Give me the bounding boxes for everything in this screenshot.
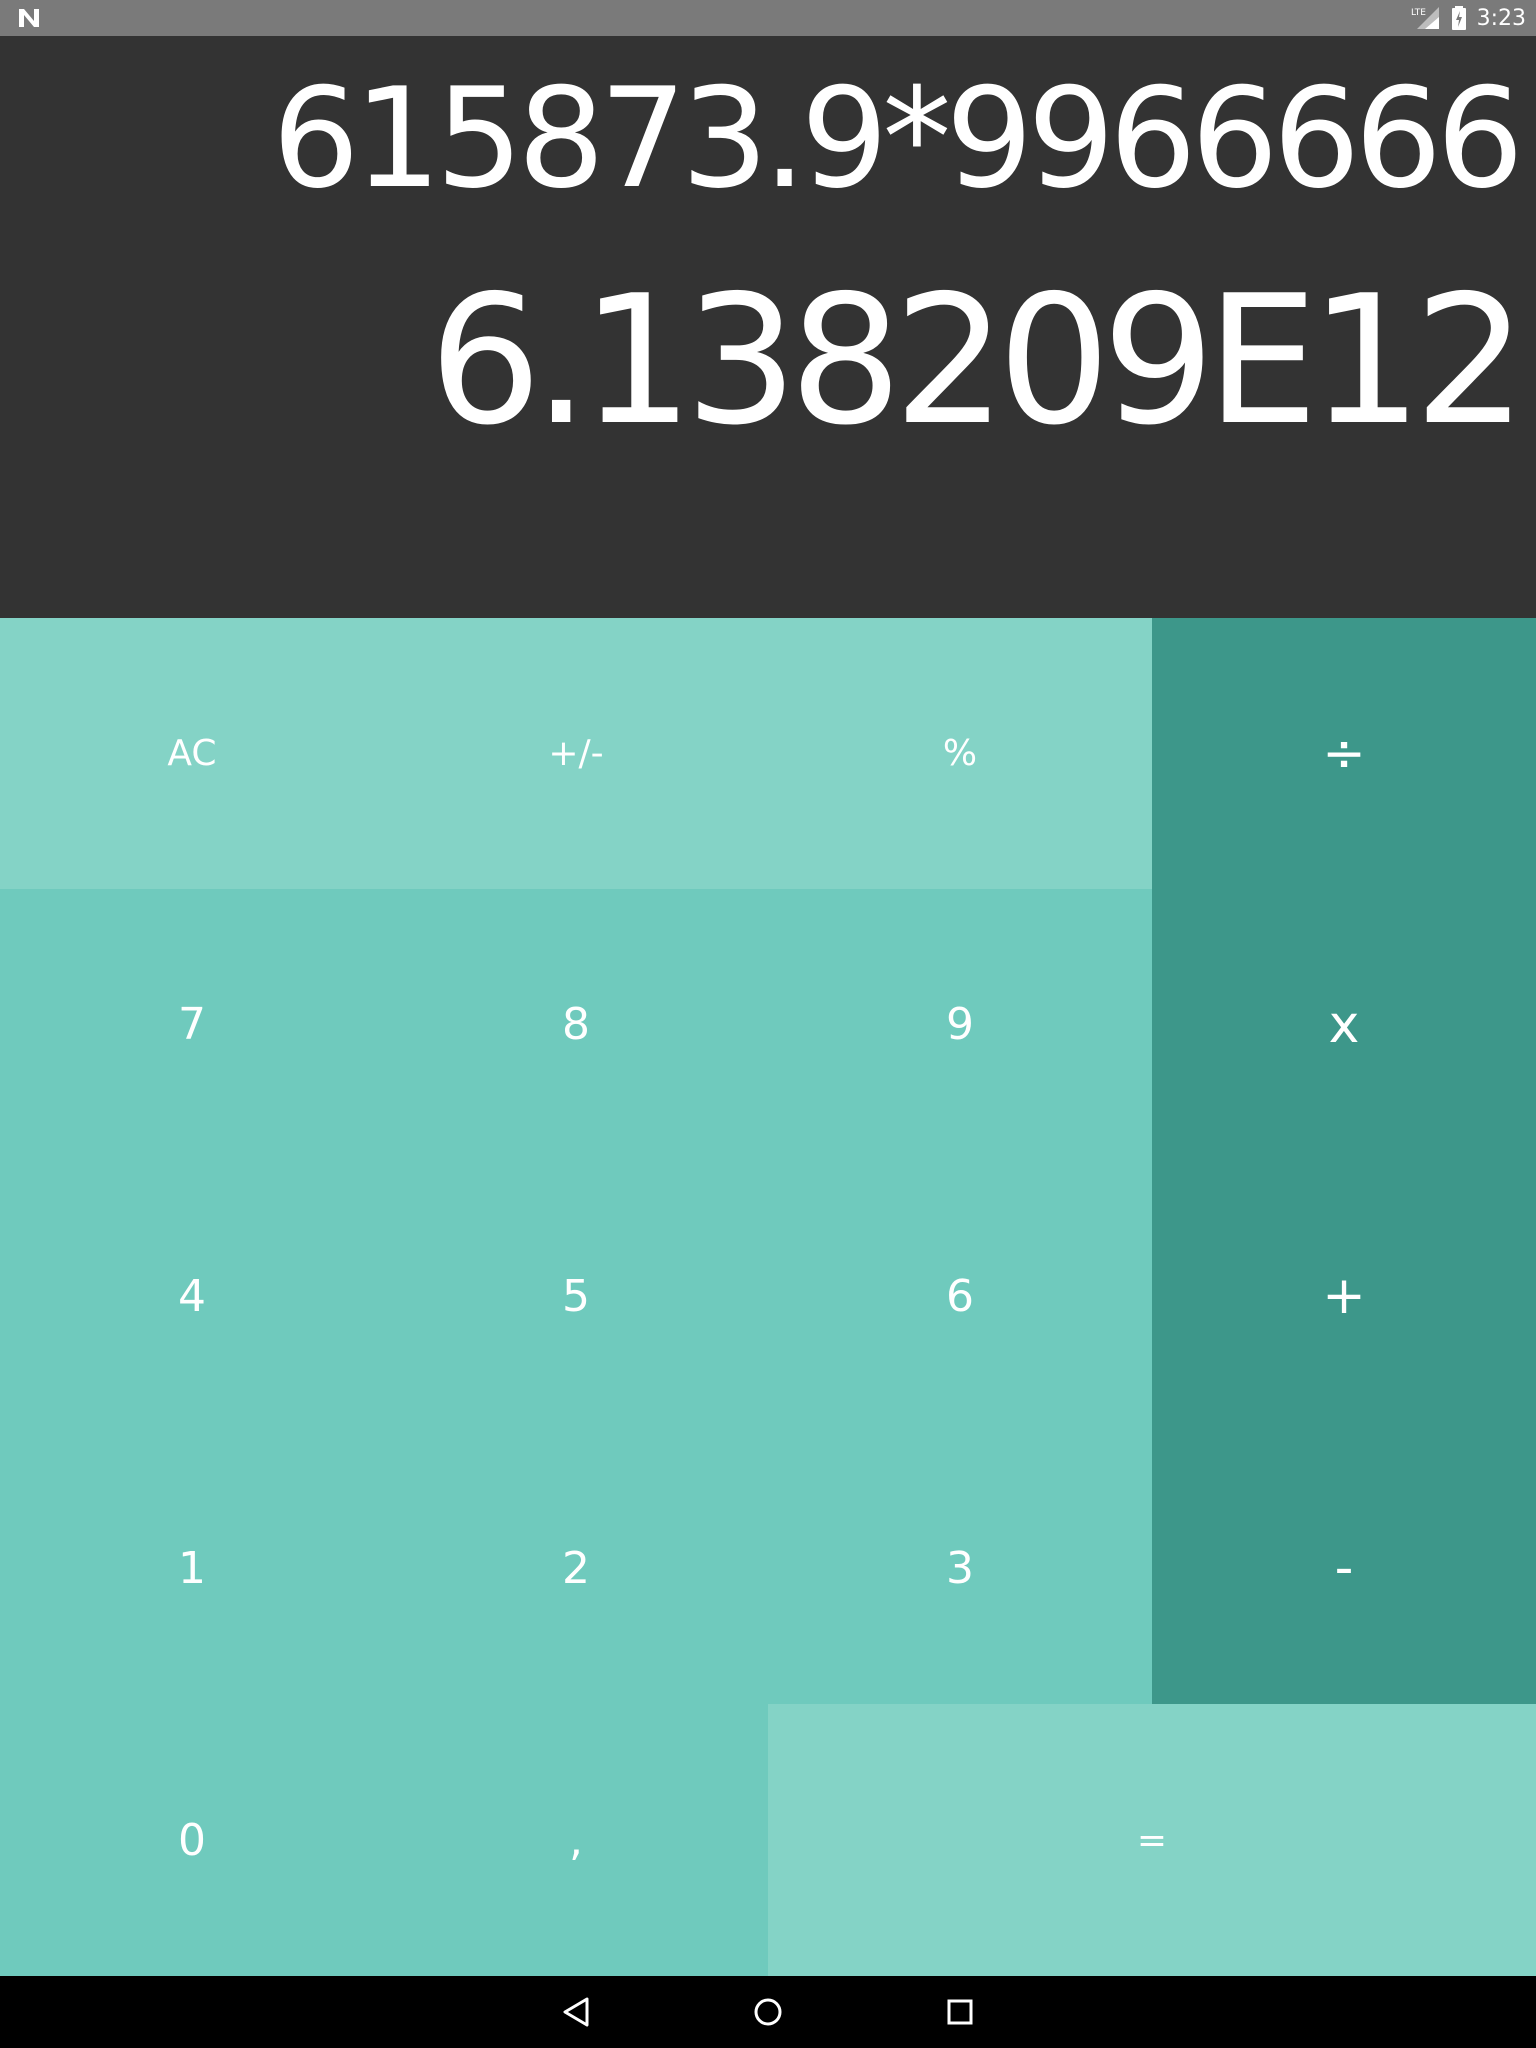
signal-icon: LTE [1411, 7, 1439, 29]
expression-text: 615873.9*9966666 [271, 58, 1524, 219]
divide-button[interactable]: ÷ [1152, 618, 1536, 889]
recents-icon [947, 1999, 973, 2025]
svg-text:LTE: LTE [1411, 8, 1426, 18]
home-button[interactable] [744, 1988, 792, 2036]
battery-icon [1451, 6, 1466, 30]
n-logo-icon [19, 9, 39, 27]
digit-5-button[interactable]: 5 [384, 1160, 768, 1432]
digit-9-button[interactable]: 9 [768, 889, 1152, 1160]
ac-button[interactable]: AC [0, 618, 384, 889]
sign-toggle-button[interactable]: +/- [384, 618, 768, 889]
calculator-app: LTE 3:23 615873.9*9966666 6.138209E12 AC… [0, 0, 1536, 2048]
navigation-bar [0, 1976, 1536, 2048]
status-bar: LTE 3:23 [0, 0, 1536, 36]
digit-7-button[interactable]: 7 [0, 889, 384, 1160]
comma-button[interactable]: , [384, 1704, 768, 1976]
digit-1-button[interactable]: 1 [0, 1432, 384, 1704]
multiply-button[interactable]: x [1152, 889, 1536, 1160]
status-time: 3:23 [1476, 5, 1526, 31]
digit-6-button[interactable]: 6 [768, 1160, 1152, 1432]
calculator-display: 615873.9*9966666 6.138209E12 [0, 36, 1536, 618]
digit-8-button[interactable]: 8 [384, 889, 768, 1160]
result-text: 6.138209E12 [428, 257, 1527, 464]
back-icon [563, 1997, 589, 2027]
digit-2-button[interactable]: 2 [384, 1432, 768, 1704]
percent-button[interactable]: % [768, 618, 1152, 889]
recents-button[interactable] [936, 1988, 984, 2036]
back-button[interactable] [552, 1988, 600, 2036]
digit-3-button[interactable]: 3 [768, 1432, 1152, 1704]
digit-4-button[interactable]: 4 [0, 1160, 384, 1432]
minus-button[interactable]: - [1152, 1432, 1536, 1704]
equals-button[interactable]: = [768, 1704, 1536, 1976]
plus-button[interactable]: + [1152, 1160, 1536, 1432]
home-icon [754, 1998, 782, 2026]
digit-0-button[interactable]: 0 [0, 1704, 384, 1976]
